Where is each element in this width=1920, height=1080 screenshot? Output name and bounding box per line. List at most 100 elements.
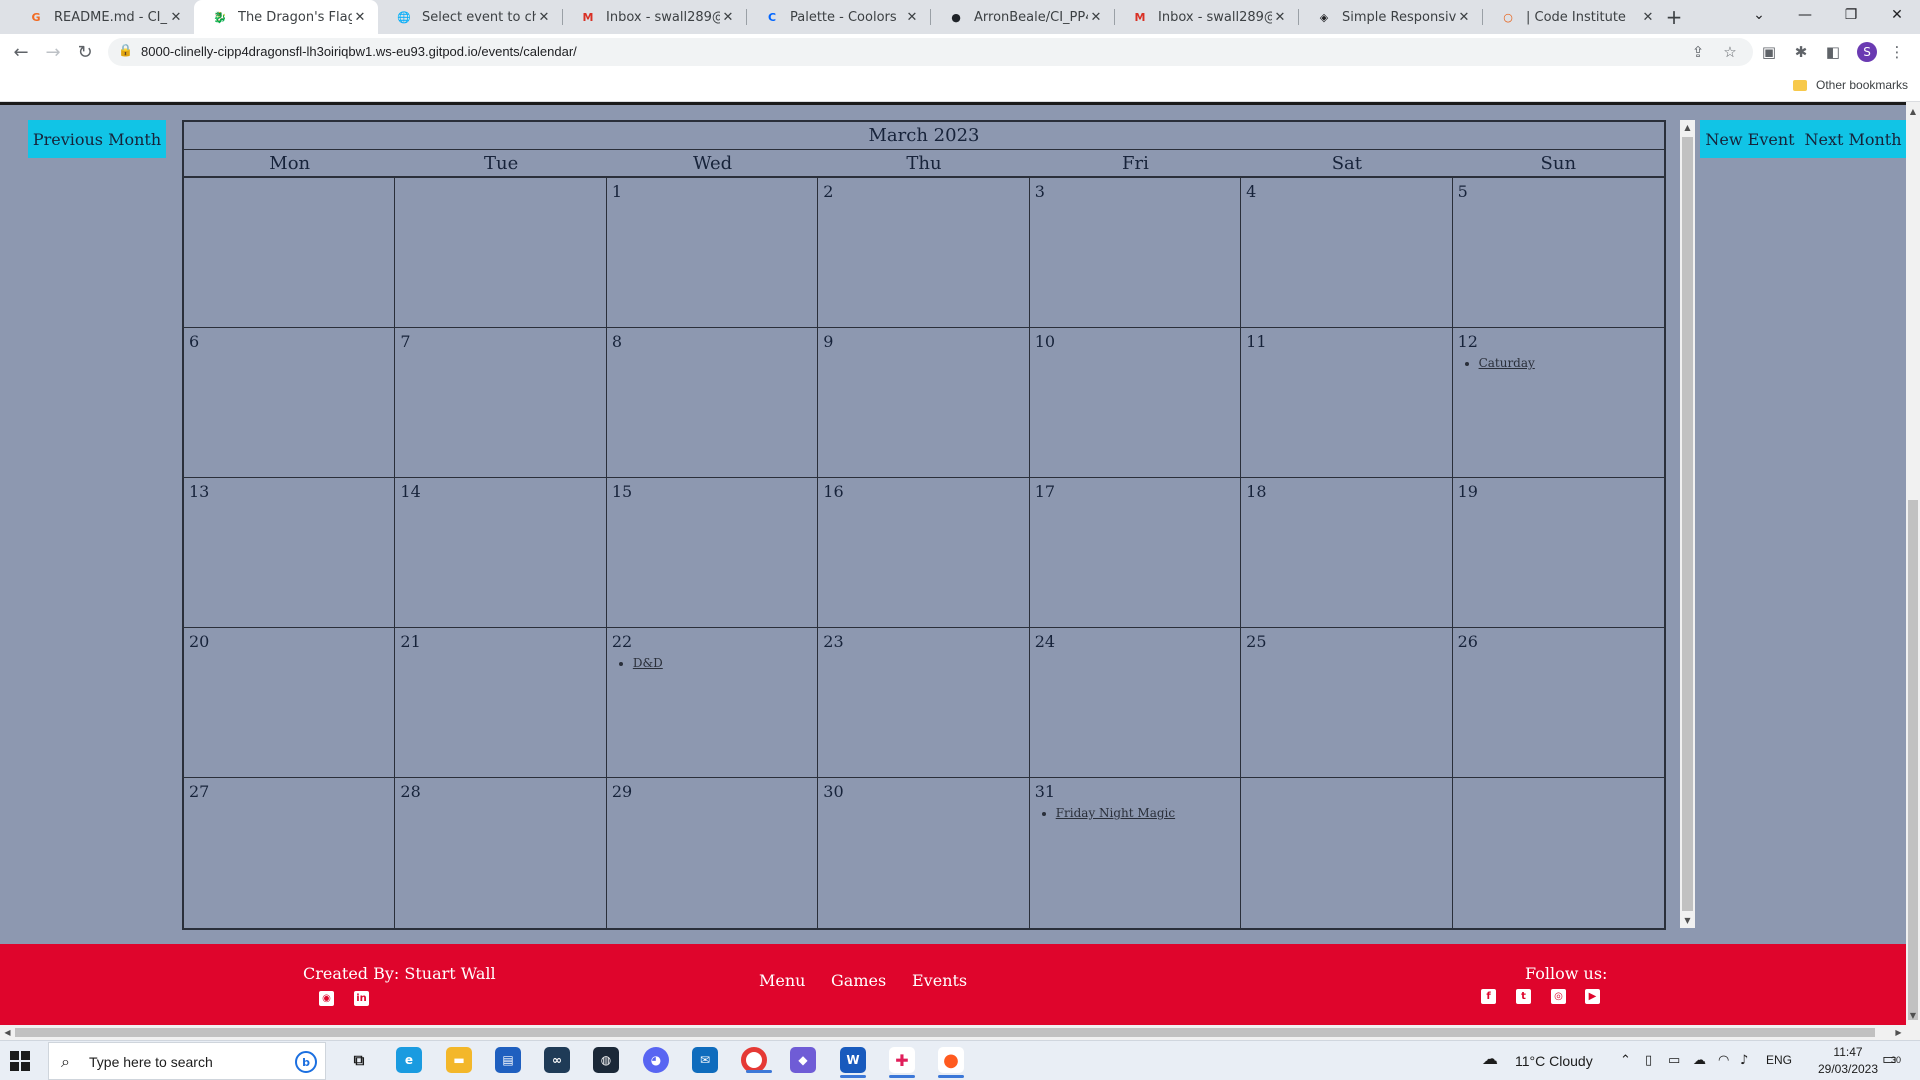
firefox-icon[interactable]: ● xyxy=(938,1047,964,1078)
browser-tab[interactable]: ○ | Code Institute ✕ xyxy=(1482,0,1666,34)
close-tab-icon[interactable]: ✕ xyxy=(168,10,184,25)
tab-search-icon[interactable]: ⌄ xyxy=(1736,0,1782,30)
store-icon[interactable]: ▤ xyxy=(495,1047,521,1073)
slack-icon[interactable]: ✚ xyxy=(889,1047,915,1078)
close-tab-icon[interactable]: ✕ xyxy=(720,10,736,25)
close-tab-icon[interactable]: ✕ xyxy=(1456,10,1472,25)
page-scroll-down-icon[interactable]: ▼ xyxy=(1906,1008,1920,1022)
day-number xyxy=(400,182,600,202)
close-tab-icon[interactable]: ✕ xyxy=(352,10,368,25)
new-event-button[interactable]: New Event xyxy=(1700,120,1800,158)
previous-month-button[interactable]: Previous Month xyxy=(28,120,166,158)
profile-avatar[interactable]: S xyxy=(1857,42,1877,62)
task-view-icon[interactable]: ⧉ xyxy=(346,1047,372,1073)
event-item: Caturday xyxy=(1479,356,1659,370)
clock-date[interactable]: 29/03/2023 xyxy=(1805,1062,1891,1076)
more-menu-icon[interactable]: ⋮ xyxy=(1887,42,1907,62)
browser-tab[interactable]: M Inbox - swall289@gm✕ xyxy=(562,0,746,34)
footer-link-menu[interactable]: Menu xyxy=(759,971,805,990)
scroll-down-arrow-icon[interactable]: ▼ xyxy=(1680,913,1695,928)
page-scroll-up-icon[interactable]: ▲ xyxy=(1906,104,1920,118)
volume-icon[interactable]: ♪ xyxy=(1740,1053,1748,1068)
calendar-day-cell: 18 xyxy=(1241,478,1453,628)
browser-tab[interactable]: M Inbox - swall289@gm✕ xyxy=(1114,0,1298,34)
browser-tab[interactable]: G README.md - CI_PP4_✕ xyxy=(10,0,194,34)
windows-start-icon[interactable] xyxy=(10,1051,30,1071)
page-scroll-thumb[interactable] xyxy=(1908,500,1918,1020)
weather-text[interactable]: 11°C Cloudy xyxy=(1515,1053,1593,1069)
new-tab-button[interactable]: + xyxy=(1660,0,1688,34)
linkedin-icon[interactable]: in xyxy=(354,991,369,1006)
coolors-icon: C xyxy=(767,10,777,24)
file-explorer-icon[interactable]: ▬ xyxy=(446,1047,472,1073)
search-placeholder: Type here to search xyxy=(89,1054,213,1070)
calendar-day-cell: 8 xyxy=(606,328,819,478)
event-link[interactable]: Caturday xyxy=(1479,356,1535,370)
twitter-icon[interactable]: t xyxy=(1516,989,1531,1004)
browser-tab[interactable]: 🌐 Select event to change✕ xyxy=(378,0,562,34)
page-vertical-scrollbar[interactable]: ▲ ▼ xyxy=(1906,102,1920,1040)
day-number: 5 xyxy=(1457,182,1468,201)
page-horizontal-scrollbar[interactable]: ◀ ▶ xyxy=(0,1025,1906,1040)
scroll-right-icon[interactable]: ▶ xyxy=(1891,1025,1906,1040)
day-number: 3 xyxy=(1034,182,1045,201)
close-tab-icon[interactable]: ✕ xyxy=(1088,10,1104,25)
mail-icon[interactable]: ✉ xyxy=(692,1047,718,1073)
other-bookmarks[interactable]: Other bookmarks xyxy=(1816,78,1908,92)
scroll-up-arrow-icon[interactable]: ▲ xyxy=(1680,120,1695,135)
browser-tab[interactable]: ● ArronBeale/CI_PP4_th✕ xyxy=(930,0,1114,34)
youtube-icon[interactable]: ▶ xyxy=(1585,989,1600,1004)
restore-icon[interactable]: ❐ xyxy=(1828,0,1874,30)
close-window-icon[interactable]: ✕ xyxy=(1874,0,1920,30)
scroll-left-icon[interactable]: ◀ xyxy=(0,1025,15,1040)
day-number: 19 xyxy=(1457,482,1478,501)
clock-time[interactable]: 11:47 xyxy=(1818,1045,1878,1059)
side-panel-icon[interactable]: ◧ xyxy=(1823,42,1843,62)
day-number: 25 xyxy=(1246,632,1267,651)
event-list: D&D xyxy=(612,656,812,670)
share-icon[interactable]: ⇪ xyxy=(1688,42,1708,62)
next-month-button[interactable]: Next Month xyxy=(1800,120,1906,158)
footer-link-events[interactable]: Events xyxy=(912,971,967,990)
minimize-icon[interactable]: — xyxy=(1782,0,1828,30)
facebook-icon[interactable]: f xyxy=(1481,989,1496,1004)
event-link[interactable]: Friday Night Magic xyxy=(1056,806,1175,820)
close-tab-icon[interactable]: ✕ xyxy=(1640,10,1656,25)
calendar-day-cell: 2 xyxy=(818,178,1030,328)
browser-tab[interactable]: C Palette - Coolors ✕ xyxy=(746,0,930,34)
calendar-scrollbar[interactable]: ▲ ▼ xyxy=(1680,120,1695,928)
github-icon[interactable]: ◉ xyxy=(319,991,334,1006)
discord-icon[interactable]: ◕ xyxy=(643,1047,669,1073)
address-bar[interactable]: 🔒 8000-clinelly-cipp4dragonsfl-lh3oiriqb… xyxy=(108,38,1753,66)
edge-icon[interactable]: e xyxy=(396,1047,422,1073)
steam-icon[interactable]: ◍ xyxy=(593,1047,619,1073)
instagram-icon[interactable]: ◎ xyxy=(1551,989,1566,1004)
bookmark-star-icon[interactable]: ☆ xyxy=(1720,42,1740,62)
close-tab-icon[interactable]: ✕ xyxy=(536,10,552,25)
event-link[interactable]: D&D xyxy=(633,656,663,670)
extension-icon[interactable]: ▣ xyxy=(1759,42,1779,62)
forward-icon[interactable]: → xyxy=(41,40,65,64)
calendar-day-cell: 10 xyxy=(1029,328,1242,478)
language-indicator[interactable]: ENG xyxy=(1766,1053,1792,1067)
footer-link-games[interactable]: Games xyxy=(831,971,886,990)
visual-studio-icon[interactable]: ∞ xyxy=(544,1047,570,1073)
taskbar-search[interactable]: ⌕ Type here to search b xyxy=(48,1042,326,1080)
calendar-title: March 2023 xyxy=(184,122,1664,150)
browser-tab[interactable]: ◈ Simple Responsive Tab✕ xyxy=(1298,0,1482,34)
chrome-icon[interactable] xyxy=(741,1047,772,1073)
extensions-puzzle-icon[interactable]: ✱ xyxy=(1791,42,1811,62)
weekday-label: Mon xyxy=(269,152,311,174)
browser-tab[interactable]: 🐉 The Dragon's Flagon✕ xyxy=(194,0,378,34)
bing-icon[interactable]: b xyxy=(295,1051,317,1073)
horizontal-scroll-thumb[interactable] xyxy=(15,1028,1875,1037)
close-tab-icon[interactable]: ✕ xyxy=(1272,10,1288,25)
calendar-day-cell: 7 xyxy=(395,328,607,478)
back-icon[interactable]: ← xyxy=(9,40,33,64)
chevron-up-icon[interactable]: ⌃ xyxy=(1620,1053,1631,1068)
app-icon[interactable]: ◆ xyxy=(790,1047,816,1073)
word-icon[interactable]: W xyxy=(840,1047,866,1078)
reload-icon[interactable]: ↻ xyxy=(73,40,97,64)
close-tab-icon[interactable]: ✕ xyxy=(904,10,920,25)
scroll-thumb[interactable] xyxy=(1682,137,1693,911)
